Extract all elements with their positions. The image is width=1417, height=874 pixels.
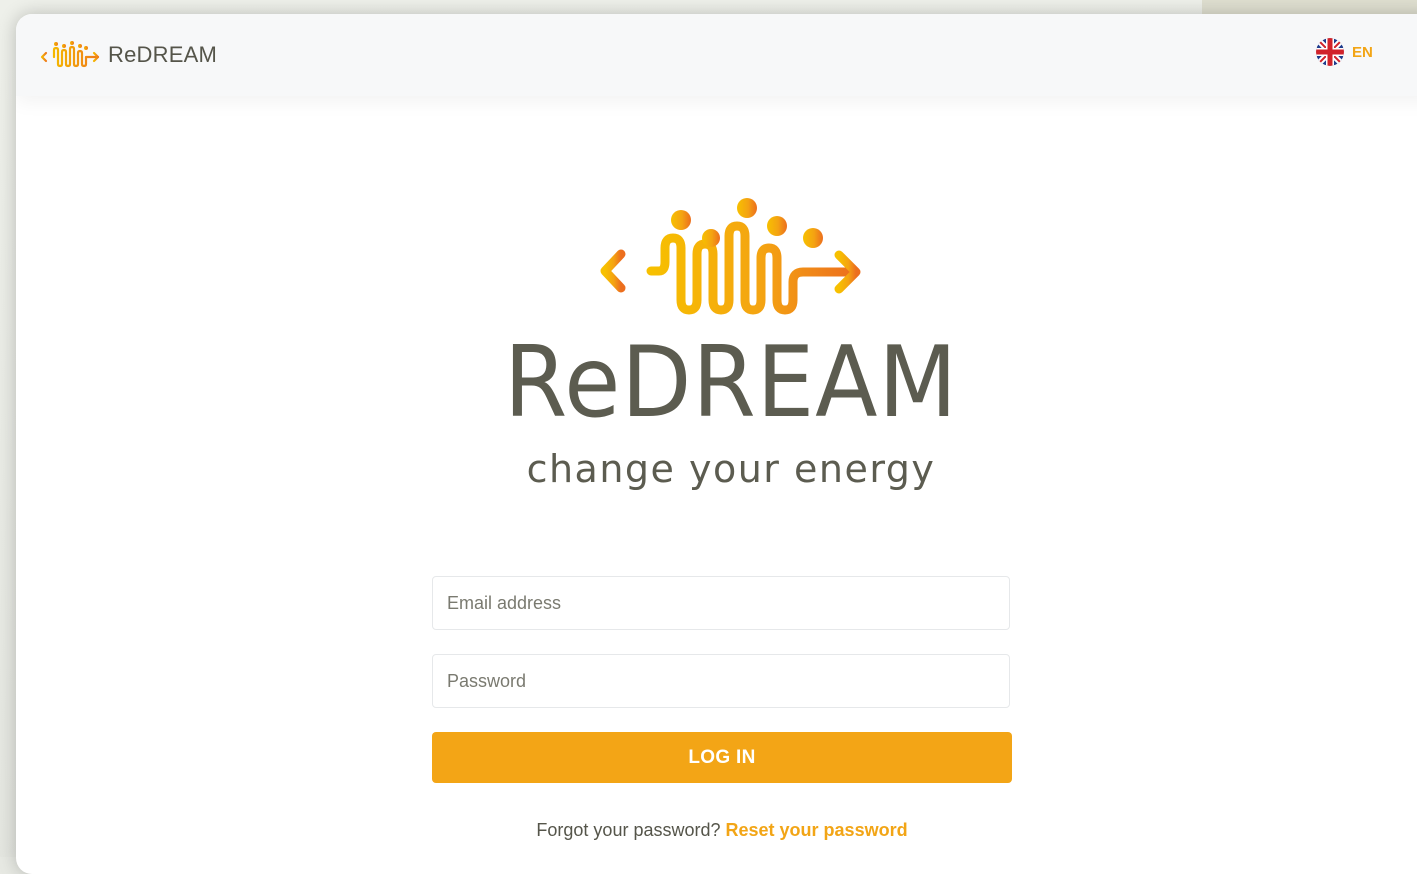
app-window: ReDREAM EN ReDREAM change your energy Em…	[16, 14, 1417, 874]
brand-name: ReDREAM	[108, 42, 217, 67]
hero-tagline: change your energy	[526, 447, 936, 491]
language-code: EN	[1352, 43, 1373, 61]
uk-flag-icon	[1316, 38, 1344, 66]
redream-large-logo-icon	[600, 198, 861, 315]
reset-password-link[interactable]: Reset your password	[726, 820, 908, 840]
password-field[interactable]	[432, 654, 1010, 708]
email-field[interactable]	[432, 576, 1010, 630]
login-button[interactable]: LOG IN	[432, 732, 1012, 783]
hero-title: ReDREAM	[504, 326, 958, 440]
brand-logo-link[interactable]: ReDREAM	[40, 40, 217, 70]
forgot-password-row: Forgot your password? Reset your passwor…	[316, 820, 1128, 841]
language-selector[interactable]: EN	[1316, 38, 1373, 66]
redream-small-logo-icon	[40, 41, 100, 68]
forgot-password-text: Forgot your password?	[536, 820, 721, 840]
top-bar: ReDREAM EN	[16, 14, 1417, 96]
